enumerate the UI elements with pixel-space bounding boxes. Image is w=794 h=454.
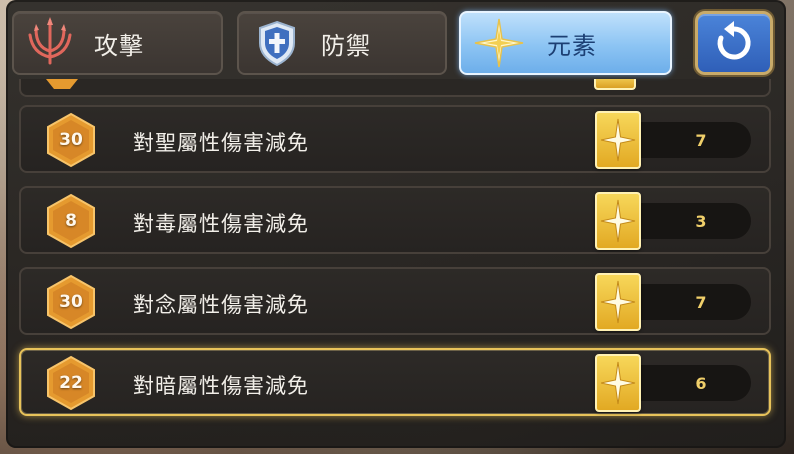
list-item[interactable]: 8 對毒屬性傷害減免 3 bbox=[19, 186, 771, 254]
level-value: 8 bbox=[65, 211, 77, 231]
row-label: 對念屬性傷害減免 bbox=[133, 293, 309, 317]
tab-attack[interactable]: 攻擊 bbox=[12, 11, 223, 75]
list-item[interactable]: 30 對聖屬性傷害減免 7 bbox=[19, 105, 771, 173]
row-label: 對聖屬性傷害減免 bbox=[133, 131, 309, 155]
refresh-button[interactable] bbox=[695, 11, 773, 75]
level-value: 30 bbox=[59, 292, 83, 312]
trident-icon bbox=[28, 17, 72, 65]
row-label: 對暗屬性傷害減免 bbox=[133, 374, 309, 398]
tab-defense[interactable]: 防禦 bbox=[237, 11, 447, 75]
list-item[interactable]: 30 對念屬性傷害減免 7 bbox=[19, 267, 771, 335]
element-card-icon bbox=[595, 192, 641, 250]
element-card-icon bbox=[595, 273, 641, 331]
star-icon bbox=[474, 18, 524, 68]
tab-element-label: 元素 bbox=[547, 31, 597, 60]
list-item-selected[interactable]: 22 對暗屬性傷害減免 6 bbox=[19, 348, 771, 416]
row-label: 對毒屬性傷害減免 bbox=[133, 212, 309, 236]
refresh-icon bbox=[717, 21, 751, 60]
tab-attack-label: 攻擊 bbox=[94, 31, 144, 60]
tab-defense-label: 防禦 bbox=[321, 31, 371, 60]
row-value: 7 bbox=[695, 293, 707, 312]
element-card-icon bbox=[595, 111, 641, 169]
level-value: 22 bbox=[59, 373, 83, 393]
level-value: 30 bbox=[59, 130, 83, 150]
shield-cross-icon bbox=[259, 20, 295, 67]
element-card-icon bbox=[595, 354, 641, 412]
row-value: 6 bbox=[695, 374, 707, 393]
row-value: 3 bbox=[695, 212, 707, 231]
tab-bar: 攻擊 防禦 元素 bbox=[0, 0, 794, 86]
row-value: 7 bbox=[695, 131, 707, 150]
tab-element[interactable]: 元素 bbox=[459, 11, 672, 75]
